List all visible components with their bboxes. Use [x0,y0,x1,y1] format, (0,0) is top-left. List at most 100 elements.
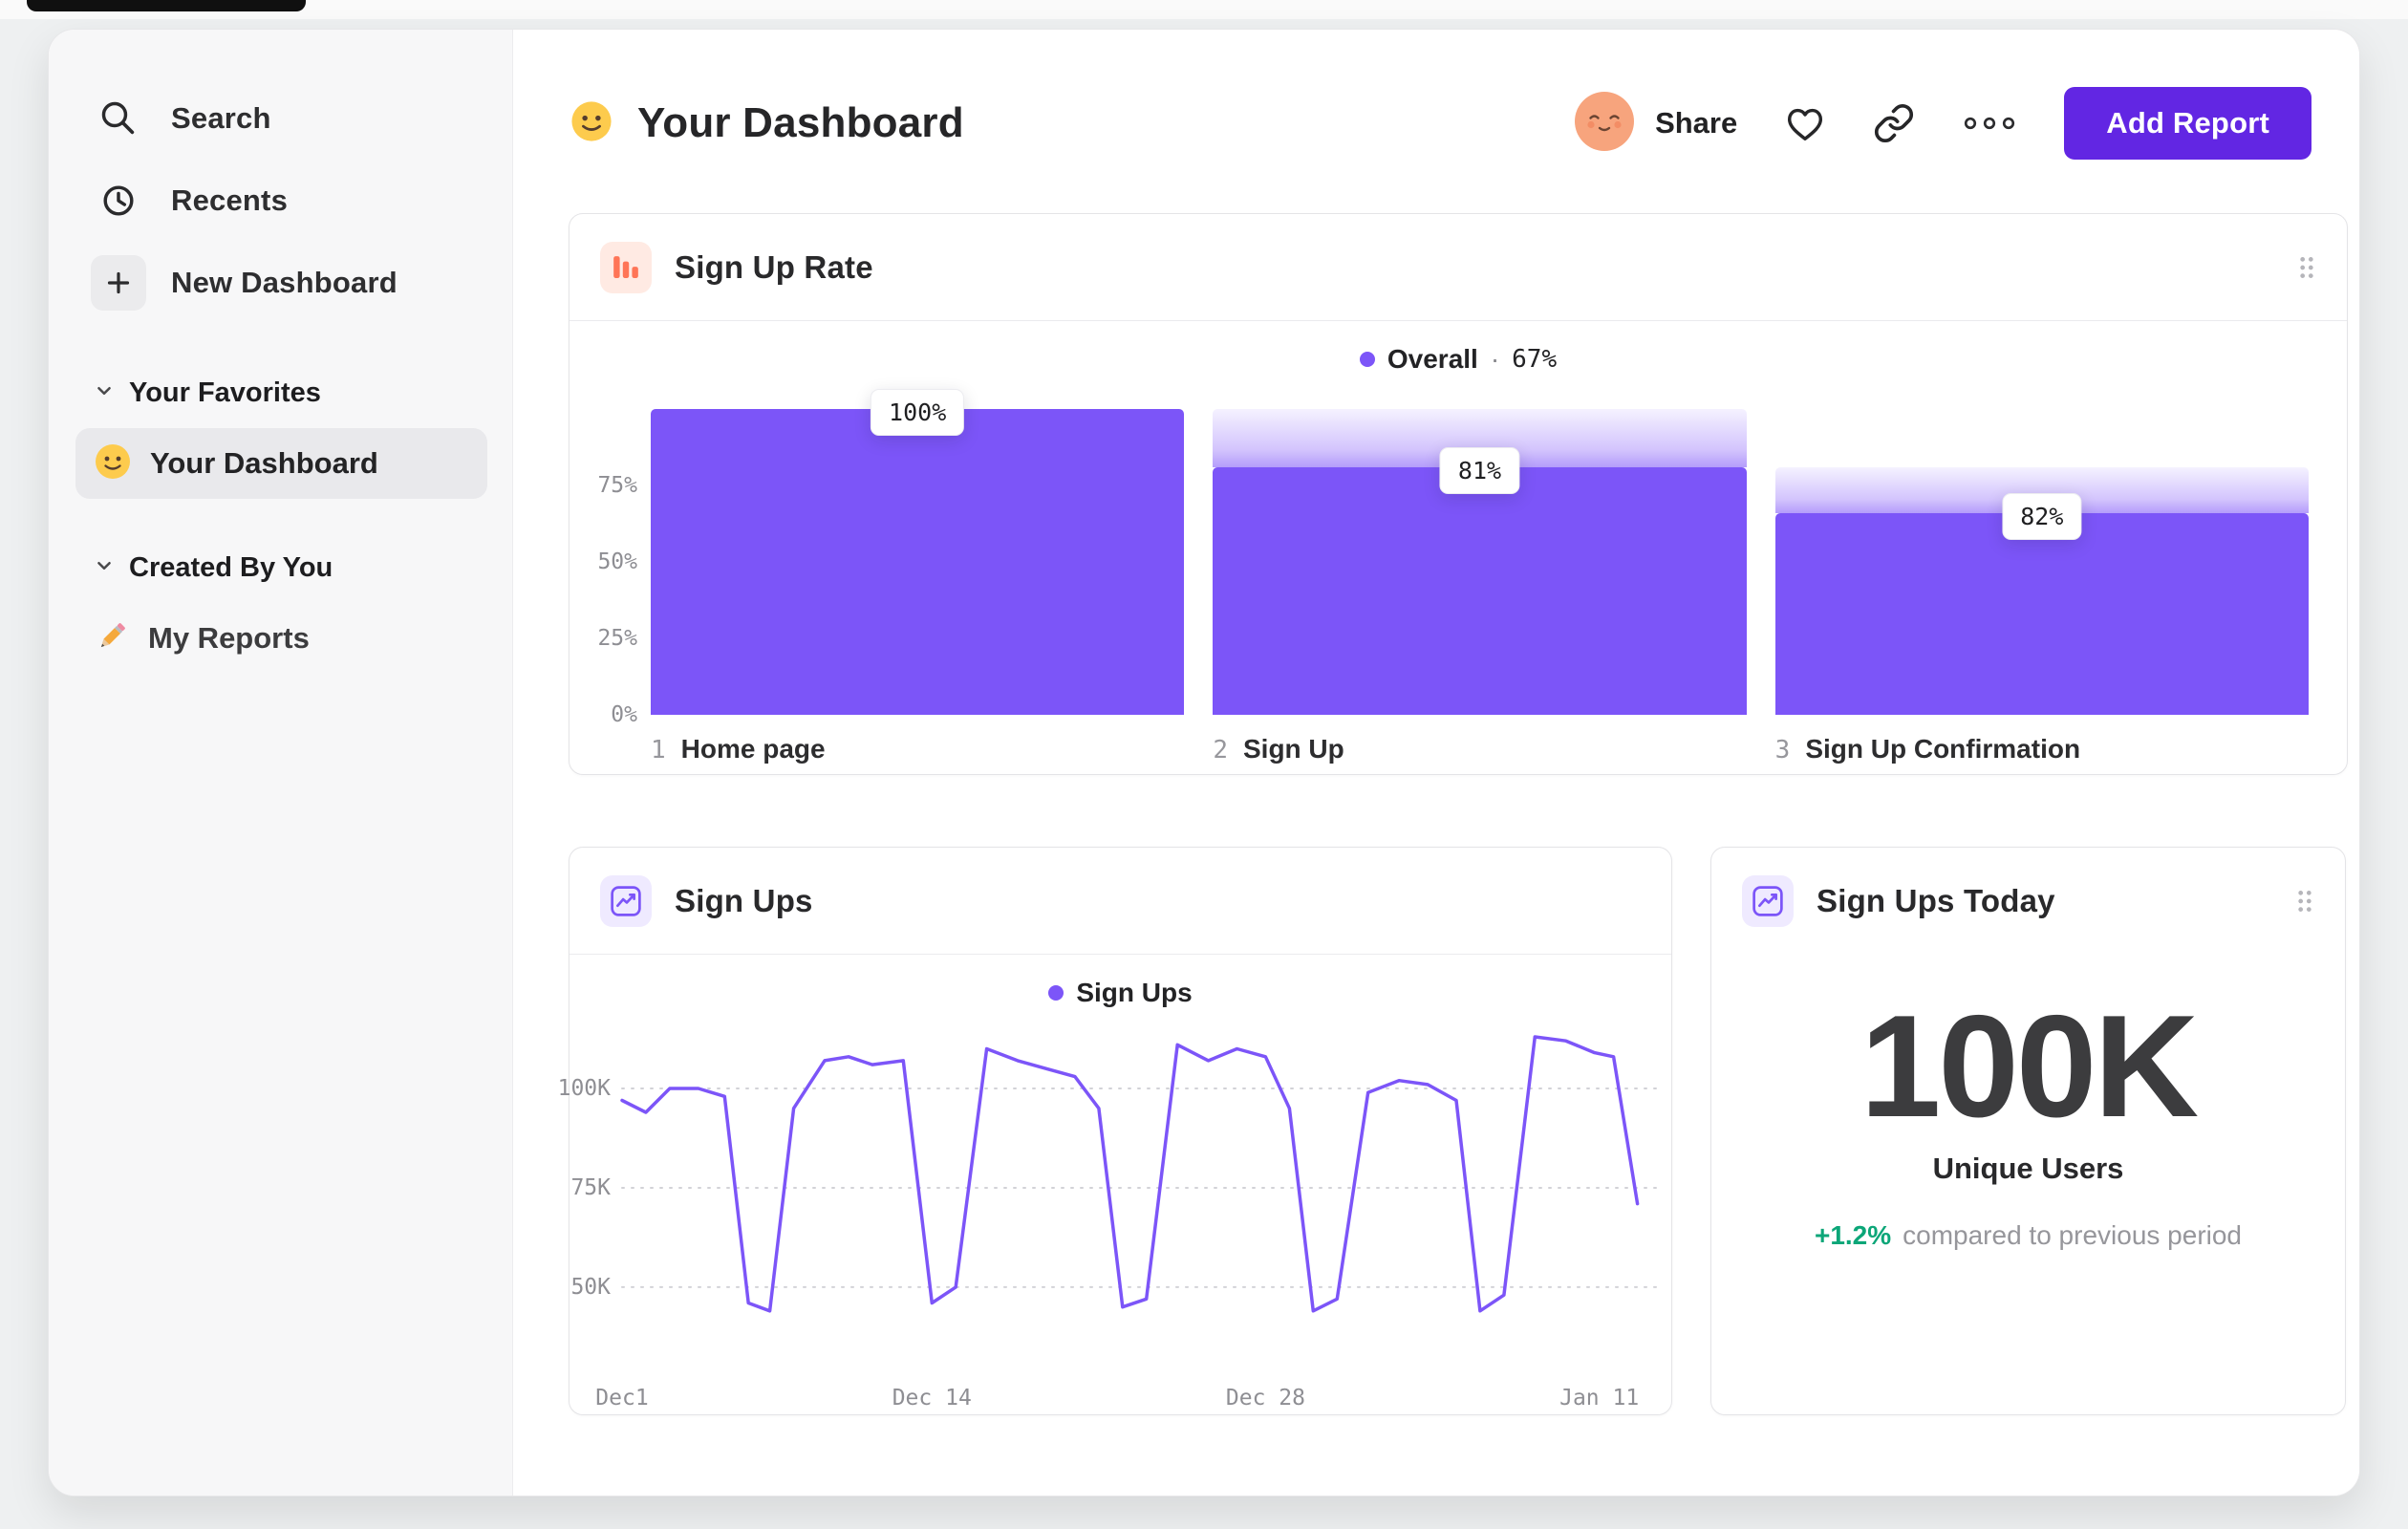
main-content: Your Dashboard Share Add Report Sign Up … [513,30,2359,1496]
sign-up-rate-card: Sign Up Rate Overall · 67% 75% 50% 25% 0% 1… [569,213,2348,775]
sidebar-item-recents[interactable]: Recents [91,167,487,234]
sign-ups-line-series[interactable] [620,1035,1640,1313]
section-created-by-you[interactable]: Created By You [95,552,487,584]
sidebar-item-label: Your Dashboard [150,446,378,480]
delta-row: +1.2% compared to previous period [1711,1220,2345,1251]
line-y-tick-label: 50K [570,1274,611,1300]
funnel-y-tick-label: 50% [597,549,637,574]
favorite-heart-icon[interactable] [1783,101,1827,145]
line-x-tick-label: Jan 11 [1559,1386,1640,1411]
step-number: 3 [1774,736,1791,764]
step-number: 2 [1213,736,1228,764]
line-y-tick-label: 100K [557,1076,611,1102]
funnel-step-column[interactable]: 100% [651,389,1185,715]
sidebar-item-new-dashboard[interactable]: New Dashboard [91,249,487,316]
page-title: Your Dashboard [637,99,964,146]
legend-label: Overall [1387,344,1478,374]
line-x-tick-label: Dec 28 [1225,1386,1305,1411]
funnel-step-column[interactable]: 81% [1213,409,1747,715]
card-title: Sign Ups Today [1817,883,2055,918]
dashboard-title-group: Your Dashboard [569,98,964,149]
sidebar-item-label: Search [171,101,271,135]
sidebar-item-search[interactable]: Search [91,85,487,152]
sign-ups-card: Sign Ups Sign Ups 100K 75K 50K Dec1 Dec 14 D… [558,847,1672,1415]
chevron-down-icon [95,556,114,580]
line-x-tick-label: Dec 14 [892,1386,972,1411]
share-label: Share [1655,106,1738,140]
sidebar-item-your-dashboard[interactable]: Your Dashboard [75,428,487,499]
conversion-tooltip: 82% [2002,492,2082,540]
search-icon [91,91,146,146]
add-report-button[interactable]: Add Report [2064,87,2311,160]
step-name: Home page [680,734,826,764]
page: { "colors": { "purple": "#7C55F8", "butt… [0,0,2408,1529]
card-title: Sign Up Rate [675,248,873,285]
drag-handle-icon[interactable] [2297,254,2316,281]
sidebar-item-label: Recents [171,183,289,217]
card-header: Sign Ups [570,848,1671,955]
plus-icon [91,255,146,311]
funnel-y-tick-label: 25% [597,626,637,651]
clock-icon [91,173,146,228]
legend-separator: · [1490,344,1500,374]
card-title: Sign Ups [675,882,813,918]
funnel-bar[interactable] [1774,512,2309,715]
conversion-tooltip: 81% [1439,446,1520,494]
line-chart-icon [1742,875,1794,927]
funnel-y-tick-label: 75% [597,473,637,498]
sidebar: Search Recents New Dashboard Your Favori… [49,30,513,1496]
header-actions: Share Add Report [1575,87,2311,160]
funnel-chart-icon [600,241,652,293]
sign-ups-today-card: Sign Ups Today 100K Unique Users +1.2% c… [1710,847,2346,1415]
share-button[interactable]: Share [1575,91,1738,156]
background-window-tab [27,0,306,11]
line-chart-svg[interactable] [620,1035,1660,1367]
funnel-legend: Overall · 67% [570,344,2347,375]
legend-dot [1359,352,1375,367]
funnel-step-label: 3 Sign Up Confirmation [1775,734,2309,764]
line-x-tick-label: Dec1 [595,1386,649,1411]
section-title: Created By You [129,552,333,583]
line-chart-icon [600,874,652,927]
sidebar-item-my-reports[interactable]: My Reports [75,603,487,674]
more-options-icon[interactable] [1961,114,2018,133]
funnel-bar[interactable] [651,409,1185,715]
funnel-y-tick-label: 0% [611,702,637,727]
pencil-icon [93,617,131,660]
unique-users-label: Unique Users [1932,1151,2124,1185]
step-number: 1 [651,736,666,764]
legend-label: Sign Ups [1076,978,1193,1007]
drag-handle-icon[interactable] [2295,888,2314,915]
unique-users-value: 100K [1860,985,2199,1148]
conversion-tooltip: 100% [871,389,965,436]
avatar[interactable] [1575,91,1635,156]
step-name: Sign Up Confirmation [1805,734,2081,764]
delta-note: compared to previous period [1903,1219,2243,1250]
smiley-emoji-icon [569,98,614,149]
sidebar-item-label: New Dashboard [171,266,398,299]
funnel-step-column[interactable]: 82% [1774,409,2309,715]
funnel-y-axis: 75% 50% 25% 0% [580,409,637,727]
legend-value: 67% [1512,345,1558,374]
chevron-down-icon [95,381,114,405]
section-your-favorites[interactable]: Your Favorites [95,377,487,409]
copy-link-icon[interactable] [1873,102,1915,144]
line-y-tick-label: 75K [570,1174,611,1200]
funnel-plot-wrap: 75% 50% 25% 0% 100% 81% 82% [597,389,2309,727]
funnel-bar[interactable] [1213,466,1747,715]
line-x-axis: Dec1 Dec 14 Dec 28 Jan 11 [595,1386,1659,1414]
sidebar-item-label: My Reports [148,621,310,655]
card-header: Sign Up Rate [570,214,2347,321]
delta-value: +1.2% [1814,1219,1892,1250]
line-legend: Sign Ups [570,978,1671,1008]
line-y-axis: 100K 75K 50K [557,1037,611,1367]
desktop-top-strip [0,0,2408,19]
smiley-emoji-icon [93,441,133,486]
app-window: Search Recents New Dashboard Your Favori… [48,29,2360,1497]
funnel-x-labels: 1 Home page 2 Sign Up 3 Sign Up Confirmation [651,734,2309,764]
card-header: Sign Ups Today [1711,848,2345,955]
section-title: Your Favorites [129,377,321,408]
dashboard-header: Your Dashboard Share Add Report [569,85,2311,162]
step-name: Sign Up [1242,734,1344,764]
funnel-step-label: 1 Home page [651,734,1184,764]
